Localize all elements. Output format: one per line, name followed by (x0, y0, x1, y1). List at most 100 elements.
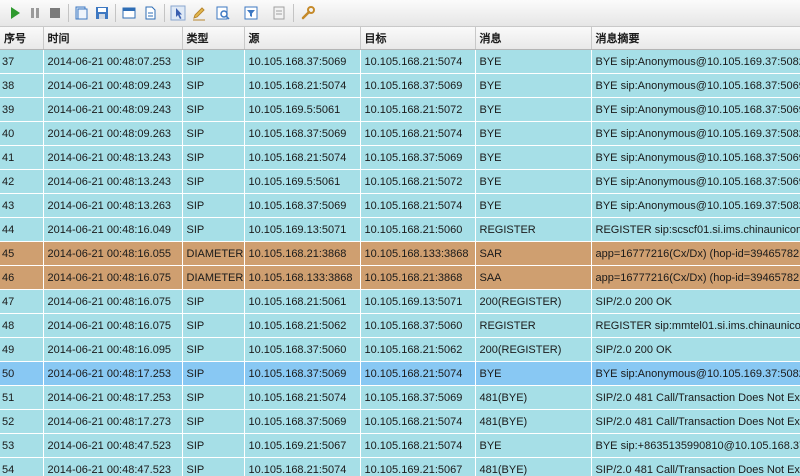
table-row[interactable]: 43 2014-06-21 00:48:13.263 SIP 10.105.168.3… (0, 193, 800, 218)
table-row[interactable]: 44 2014-06-21 00:48:16.049 SIP 10.105.169.1… (0, 217, 800, 242)
play-icon[interactable] (6, 4, 24, 22)
cell-message: BYE (475, 97, 592, 122)
cell-seq: 48 (0, 313, 44, 338)
toolbar-separator (68, 4, 69, 22)
cell-destination: 10.105.168.21:5062 (360, 337, 476, 362)
window-icon[interactable] (120, 4, 138, 22)
table-row[interactable]: 41 2014-06-21 00:48:13.243 SIP 10.105.168.2… (0, 145, 800, 170)
cell-message: BYE (475, 121, 592, 146)
cell-seq: 41 (0, 145, 44, 170)
cell-destination: 10.105.168.21:3868 (360, 265, 476, 290)
document-icon[interactable] (141, 4, 159, 22)
table-row[interactable]: 45 2014-06-21 00:48:16.055 DIAMETER 10.105.… (0, 241, 800, 266)
cell-summary: BYE sip:Anonymous@10.105.168.37:5069; (591, 145, 800, 170)
table-row[interactable]: 51 2014-06-21 00:48:17.253 SIP 10.105.168.2… (0, 385, 800, 410)
cell-type: SIP (182, 73, 245, 98)
cell-seq: 45 (0, 241, 44, 266)
table-row[interactable]: 46 2014-06-21 00:48:16.075 DIAMETER 10.105.… (0, 265, 800, 290)
pause-icon[interactable] (26, 4, 44, 22)
table-row[interactable]: 39 2014-06-21 00:48:09.243 SIP 10.105.169.5… (0, 97, 800, 122)
cell-destination: 10.105.168.21:5060 (360, 217, 476, 242)
cell-time: 2014-06-21 00:48:47.523 (43, 433, 183, 458)
cell-destination: 10.105.168.21:5074 (360, 361, 476, 386)
open-file-icon[interactable] (72, 4, 90, 22)
cell-destination: 10.105.169.13:5071 (360, 289, 476, 314)
table-row[interactable]: 42 2014-06-21 00:48:13.243 SIP 10.105.169.5… (0, 169, 800, 194)
cell-summary: BYE sip:Anonymous@10.105.169.37:5082; (591, 121, 800, 146)
stop-icon[interactable] (46, 4, 64, 22)
edit-icon[interactable] (190, 4, 208, 22)
cell-time: 2014-06-21 00:48:16.075 (43, 289, 183, 314)
cell-seq: 50 (0, 361, 44, 386)
table-row[interactable]: 40 2014-06-21 00:48:09.263 SIP 10.105.168.3… (0, 121, 800, 146)
cell-destination: 10.105.168.37:5069 (360, 145, 476, 170)
table-row[interactable]: 38 2014-06-21 00:48:09.243 SIP 10.105.168.2… (0, 73, 800, 98)
cell-type: SIP (182, 145, 245, 170)
column-header-type[interactable]: 类型 (182, 27, 245, 50)
cell-summary: REGISTER sip:scscf01.si.ims.chinaunicom.… (591, 217, 800, 242)
toolbar (0, 0, 800, 27)
table-row[interactable]: 52 2014-06-21 00:48:17.273 SIP 10.105.168.3… (0, 409, 800, 434)
cell-message: BYE (475, 193, 592, 218)
cursor-icon[interactable] (169, 4, 187, 22)
cell-source: 10.105.168.21:5074 (244, 457, 361, 476)
cell-seq: 52 (0, 409, 44, 434)
table-row[interactable]: 47 2014-06-21 00:48:16.075 SIP 10.105.168.2… (0, 289, 800, 314)
cell-message: 481(BYE) (475, 385, 592, 410)
cell-destination: 10.105.168.37:5069 (360, 73, 476, 98)
cell-type: SIP (182, 97, 245, 122)
cell-summary: app=16777216(Cx/Dx) (hop-id=39465782 (591, 265, 800, 290)
column-header-message[interactable]: 消息 (475, 27, 592, 50)
column-header-source[interactable]: 源 (244, 27, 361, 50)
cell-type: SIP (182, 385, 245, 410)
cell-time: 2014-06-21 00:48:47.523 (43, 457, 183, 476)
cell-seq: 39 (0, 97, 44, 122)
table-row[interactable]: 49 2014-06-21 00:48:16.095 SIP 10.105.168.3… (0, 337, 800, 362)
cell-source: 10.105.169.5:5061 (244, 169, 361, 194)
cell-time: 2014-06-21 00:48:13.243 (43, 169, 183, 194)
cell-source: 10.105.169.13:5071 (244, 217, 361, 242)
column-header-seq[interactable]: 序号 (0, 27, 44, 50)
cell-seq: 44 (0, 217, 44, 242)
cell-time: 2014-06-21 00:48:09.243 (43, 97, 183, 122)
cell-summary: BYE sip:+8635135990810@10.105.168.37: (591, 433, 800, 458)
cell-summary: BYE sip:Anonymous@10.105.169.37:5082; (591, 49, 800, 74)
cell-seq: 38 (0, 73, 44, 98)
cell-destination: 10.105.168.21:5074 (360, 121, 476, 146)
cell-time: 2014-06-21 00:48:16.095 (43, 337, 183, 362)
cell-type: SIP (182, 169, 245, 194)
table-row[interactable]: 54 2014-06-21 00:48:47.523 SIP 10.105.168.2… (0, 457, 800, 476)
filter-icon[interactable] (242, 4, 260, 22)
cell-time: 2014-06-21 00:48:17.253 (43, 361, 183, 386)
save-icon[interactable] (93, 4, 111, 22)
cell-time: 2014-06-21 00:48:16.075 (43, 313, 183, 338)
cell-source: 10.105.168.37:5069 (244, 49, 361, 74)
cell-message: REGISTER (475, 313, 592, 338)
export-icon[interactable] (270, 4, 288, 22)
table-row-selected[interactable]: 50 2014-06-21 00:48:17.253 SIP 10.105.168.3… (0, 361, 800, 386)
settings-wrench-icon[interactable] (299, 4, 317, 22)
cell-type: SIP (182, 337, 245, 362)
cell-source: 10.105.168.21:5074 (244, 73, 361, 98)
column-header-time[interactable]: 时间 (43, 27, 183, 50)
table-row[interactable]: 37 2014-06-21 00:48:07.253 SIP 10.105.168.3… (0, 49, 800, 74)
cell-time: 2014-06-21 00:48:16.075 (43, 265, 183, 290)
table-row[interactable]: 53 2014-06-21 00:48:47.523 SIP 10.105.169.2… (0, 433, 800, 458)
column-header-summary[interactable]: 消息摘要 (591, 27, 800, 50)
search-icon[interactable] (214, 4, 232, 22)
message-table[interactable]: 序号 时间 类型 源 目标 消息 消息摘要 37 2014-06-21 00:48… (0, 27, 800, 476)
cell-time: 2014-06-21 00:48:13.263 (43, 193, 183, 218)
cell-message: REGISTER (475, 217, 592, 242)
table-row[interactable]: 48 2014-06-21 00:48:16.075 SIP 10.105.168.2… (0, 313, 800, 338)
column-header-destination[interactable]: 目标 (360, 27, 476, 50)
cell-summary: BYE sip:Anonymous@10.105.169.37:5082; (591, 193, 800, 218)
cell-message: 200(REGISTER) (475, 289, 592, 314)
cell-seq: 46 (0, 265, 44, 290)
cell-summary: REGISTER sip:mmtel01.si.ims.chinaunicom.… (591, 313, 800, 338)
cell-destination: 10.105.168.21:5074 (360, 433, 476, 458)
cell-seq: 49 (0, 337, 44, 362)
cell-type: DIAMETER (182, 265, 245, 290)
cell-source: 10.105.168.37:5069 (244, 361, 361, 386)
cell-type: SIP (182, 361, 245, 386)
cell-destination: 10.105.168.21:5074 (360, 49, 476, 74)
